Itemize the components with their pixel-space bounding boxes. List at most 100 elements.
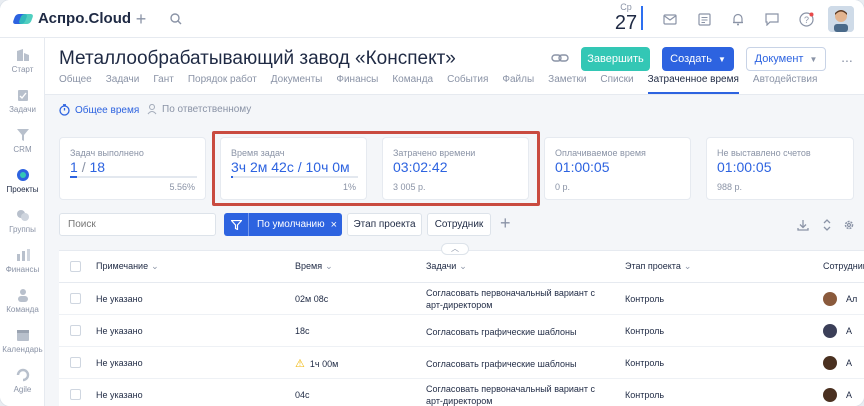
search-input[interactable] (59, 213, 216, 236)
avatar[interactable] (823, 388, 837, 402)
expand-icon[interactable] (822, 219, 832, 234)
sidebar-item-label: Старт (11, 65, 34, 74)
cell-employee: А (846, 326, 853, 336)
table-row[interactable]: Не указано 02м 08с Согласовать первонача… (59, 283, 864, 315)
tab-automation[interactable]: Автодействия (753, 74, 817, 94)
filter-chip-stage[interactable]: Этап проекта (347, 213, 422, 236)
sidebar-item-crm[interactable]: CRM (0, 128, 45, 154)
page-title: Металлообрабатывающий завод «Конспект» (59, 48, 456, 69)
chevron-down-icon: ⌄ (459, 261, 467, 271)
avatar[interactable] (823, 292, 837, 306)
cell-task[interactable]: Согласовать графические шаблоны (426, 358, 611, 370)
link-icon[interactable] (551, 51, 571, 67)
agile-icon (15, 368, 31, 382)
view-total-time[interactable]: Общее время (59, 104, 139, 116)
table-row[interactable]: Не указано ⚠ 1ч 00м Согласовать графическ… (59, 347, 864, 379)
tab-finance[interactable]: Финансы (336, 74, 378, 94)
table-row[interactable]: Не указано 04с Согласовать первоначальны… (59, 379, 864, 406)
sidebar-item-label: CRM (13, 145, 32, 154)
sidebar-item-start[interactable]: Старт (0, 48, 45, 74)
avatar[interactable] (823, 324, 837, 338)
chevron-down-icon: ⌄ (151, 261, 159, 271)
close-icon[interactable]: × (331, 219, 337, 231)
logo-icon (12, 12, 34, 26)
tab-files[interactable]: Файлы (502, 74, 534, 94)
tab-documents[interactable]: Документы (271, 74, 323, 94)
download-icon[interactable] (797, 219, 809, 234)
plus-icon[interactable]: + (131, 9, 151, 29)
sidebar-item-groups[interactable]: Группы (0, 208, 45, 234)
cell-stage: Контроль (625, 358, 665, 368)
chevron-down-icon: ▼ (809, 54, 818, 64)
row-checkbox[interactable] (70, 357, 81, 368)
create-button-label: Создать (670, 53, 712, 65)
more-menu-button[interactable]: ... (838, 50, 856, 67)
sidebar-item-tasks[interactable]: Задачи (0, 88, 45, 114)
cell-task[interactable]: Согласовать первоначальный вариант с арт… (426, 287, 611, 311)
cell-stage: Контроль (625, 390, 665, 400)
row-checkbox[interactable] (70, 325, 81, 336)
sidebar-item-label: Agile (13, 385, 32, 394)
user-avatar[interactable] (828, 6, 854, 32)
column-header-stage[interactable]: Этап проекта ⌄ (625, 261, 691, 272)
gear-icon[interactable] (843, 219, 855, 234)
groups-icon (15, 208, 31, 222)
cell-task[interactable]: Согласовать первоначальный вариант с арт… (426, 383, 611, 406)
search-icon[interactable] (166, 9, 186, 29)
view-by-responsible[interactable]: По ответственному (147, 104, 251, 115)
finish-button[interactable]: Завершить (581, 47, 650, 71)
column-header-note[interactable]: Примечание ⌄ (96, 261, 159, 272)
filter-preset-button[interactable]: По умолчанию × (224, 213, 342, 236)
tab-tasks[interactable]: Задачи (106, 74, 140, 94)
date-widget[interactable]: Ср 27 (611, 2, 641, 34)
create-button[interactable]: Создать ▼ (662, 47, 734, 71)
sidebar-item-finance[interactable]: Финансы (0, 248, 45, 274)
date-day: 27 (614, 12, 638, 34)
mail-icon[interactable] (660, 9, 680, 29)
document-button[interactable]: Документ ▼ (746, 47, 826, 71)
column-header-time[interactable]: Время ⌄ (295, 261, 333, 272)
tab-lists[interactable]: Списки (600, 74, 633, 94)
filter-preset-label: По умолчанию (257, 219, 325, 230)
card-label: Задач выполнено (70, 148, 144, 158)
sidebar-item-projects[interactable]: Проекты (0, 168, 45, 194)
cell-note: Не указано (96, 358, 143, 368)
filter-chip-employee[interactable]: Сотрудник (427, 213, 491, 236)
help-icon[interactable]: ? (796, 9, 816, 29)
tab-team[interactable]: Команда (392, 74, 433, 94)
column-header-tasks[interactable]: Задачи ⌄ (426, 261, 467, 272)
tab-spent-time[interactable]: Затраченное время (647, 74, 739, 94)
cell-task[interactable]: Согласовать графические шаблоны (426, 326, 611, 338)
sidebar-item-calendar[interactable]: Календарь (0, 328, 45, 354)
warning-icon: ⚠ (295, 358, 305, 370)
bell-icon[interactable] (728, 9, 748, 29)
cell-time: 18с (295, 326, 310, 336)
tab-events[interactable]: События (447, 74, 488, 94)
row-checkbox[interactable] (70, 293, 81, 304)
chat-icon[interactable] (762, 9, 782, 29)
notes-icon[interactable] (694, 9, 714, 29)
tab-notes[interactable]: Заметки (548, 74, 586, 94)
sidebar-item-agile[interactable]: Agile (0, 368, 45, 394)
tab-general[interactable]: Общее (59, 74, 92, 94)
avatar[interactable] (823, 356, 837, 370)
date-divider (641, 6, 643, 30)
sidebar-item-team[interactable]: Команда (0, 288, 45, 314)
tab-gantt[interactable]: Гант (153, 74, 174, 94)
add-filter-button[interactable]: + (500, 214, 511, 232)
table-row[interactable]: Не указано 18с Согласовать графические ш… (59, 315, 864, 347)
view-total-time-label: Общее время (75, 104, 140, 116)
sidebar-item-label: Команда (6, 305, 39, 314)
column-header-employee[interactable]: Сотрудник (823, 261, 864, 271)
collapse-toggle[interactable]: ︿ (441, 243, 469, 255)
svg-text:?: ? (803, 15, 808, 25)
tab-work-order[interactable]: Порядок работ (188, 74, 257, 94)
app-logo[interactable]: Аспро.Cloud (12, 10, 131, 27)
start-icon (15, 48, 31, 62)
chevron-up-icon: ︿ (451, 244, 459, 253)
cell-stage: Контроль (625, 326, 665, 336)
view-by-responsible-label: По ответственному (162, 104, 252, 115)
select-all-checkbox[interactable] (70, 261, 81, 272)
row-checkbox[interactable] (70, 389, 81, 400)
date-weekday: Ср (620, 2, 632, 12)
